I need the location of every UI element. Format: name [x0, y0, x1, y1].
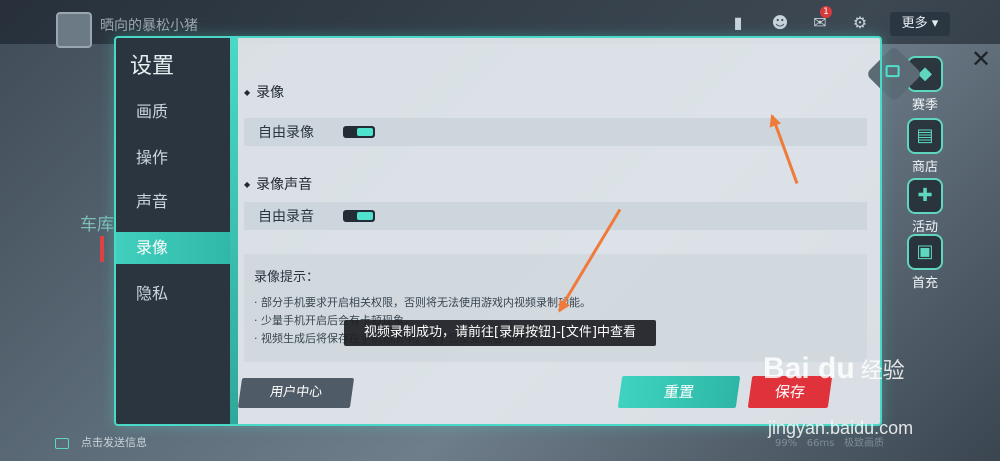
side-item-shop[interactable]: ▤ 商店 [895, 118, 955, 175]
chat-bar[interactable]: 点击发送信息 [55, 434, 147, 452]
friends-icon[interactable]: ☻ [770, 14, 790, 32]
recording-success-toast: 视频录制成功，请前往[录屏按钮]-[文件]中查看 [344, 320, 656, 346]
mail-badge: 1 [820, 6, 832, 18]
gift-icon: ▣ [907, 234, 943, 270]
video-camera-icon [885, 65, 900, 78]
quality-status: 极致画质 [844, 438, 885, 449]
user-center-button[interactable]: 用户中心 [237, 378, 355, 408]
side-item-first-recharge[interactable]: ▣ 首充 [895, 234, 955, 291]
side-item-activity[interactable]: ✚ 活动 [895, 178, 955, 235]
battery-status: 99% [775, 438, 798, 449]
reset-button[interactable]: 重置 [617, 376, 741, 408]
garage-label[interactable]: 车库 [80, 210, 114, 235]
settings-gear-icon[interactable]: ⚙ [850, 14, 870, 32]
player-avatar[interactable] [56, 12, 92, 48]
gamepad-icon: ✚ [907, 178, 943, 214]
baidu-watermark: Bai du 经验 [763, 352, 905, 386]
more-menu-button[interactable]: 更多 ▾ [890, 12, 950, 36]
side-item-label: 活动 [911, 220, 938, 235]
active-tab-marker [100, 236, 104, 262]
side-item-label: 首充 [911, 276, 938, 291]
close-button[interactable]: ✕ [970, 47, 992, 71]
baidu-jingyan-text: 经验 [860, 359, 905, 384]
side-item-label: 赛季 [911, 98, 938, 113]
shop-icon: ▤ [907, 118, 943, 154]
ping-status: 66ms [806, 438, 835, 449]
baidu-logo: Bai du [763, 352, 855, 385]
chat-placeholder: 点击发送信息 [81, 436, 147, 449]
player-name: 晒向的暴松小猪 [100, 18, 198, 34]
side-item-label: 商店 [911, 160, 938, 175]
leaderboard-icon[interactable]: ▮ [728, 14, 748, 32]
watermark-url: jingyan.baidu.com [768, 418, 914, 438]
chat-bubble-icon [55, 437, 69, 449]
